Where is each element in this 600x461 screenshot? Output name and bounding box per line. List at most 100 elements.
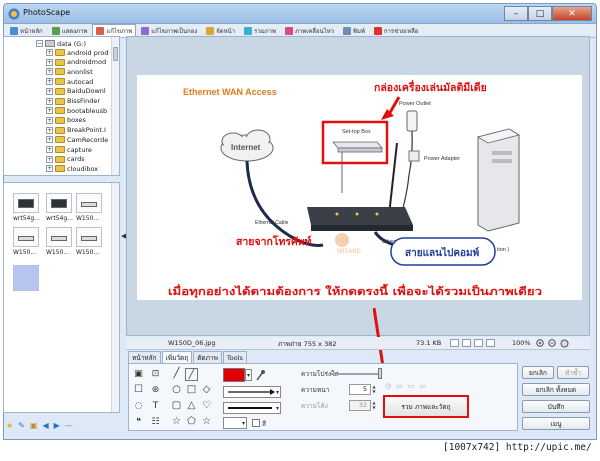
expand-icon[interactable]: + <box>46 126 53 134</box>
compare-icon[interactable] <box>462 339 471 347</box>
minimize-button[interactable]: – <box>504 6 528 21</box>
thumbnail[interactable]: W150... <box>76 227 104 256</box>
thickness-input[interactable]: 5 <box>349 384 371 395</box>
image-canvas[interactable]: Ethernet WAN Access กล่องเครื่องเล่นมัลต… <box>126 36 590 336</box>
tree-folder[interactable]: + anonlist <box>46 67 93 76</box>
editor-tab-2[interactable]: ตัดภาพ <box>193 351 222 363</box>
zoom-out-icon[interactable] <box>548 339 557 348</box>
close-button[interactable]: ✕ <box>552 6 592 21</box>
undo-all-button[interactable]: ยกเลิก ทั้งหมด <box>522 383 590 396</box>
tree-folder[interactable]: + capture <box>46 145 92 154</box>
folder-open-icon[interactable]: ▣ <box>30 421 38 430</box>
undo-button[interactable]: ยกเลิก <box>522 366 554 379</box>
diamond-tool-icon[interactable]: ◇ <box>200 384 213 397</box>
editor-tab-0[interactable]: หน้าหลัก <box>128 351 161 363</box>
tree-folder[interactable]: + androidmod <box>46 58 106 67</box>
thumbnail[interactable]: W150... <box>46 227 74 256</box>
expand-icon[interactable]: + <box>46 107 53 115</box>
forward-icon[interactable]: ▶ <box>54 421 60 430</box>
stamp-tool-icon[interactable]: ⊛ <box>149 384 162 397</box>
expand-icon[interactable]: + <box>46 97 53 105</box>
text-balloon-icon[interactable]: ☐ <box>132 384 145 397</box>
thumbnail-scrollbar[interactable] <box>111 183 119 412</box>
size-slider-icon[interactable]: — <box>65 421 73 430</box>
redo-button[interactable]: ทำซ้ำ <box>557 366 589 379</box>
thumbnail-panel[interactable]: wrt54g... wrt54g... W150... W150... W150... W… <box>3 182 120 413</box>
tree-folder[interactable]: + cards <box>46 155 85 164</box>
expand-icon[interactable]: + <box>46 68 53 76</box>
eyedropper-icon[interactable] <box>255 369 265 381</box>
back-icon[interactable]: ◀ <box>42 421 48 430</box>
edited-photo[interactable]: Ethernet WAN Access กล่องเครื่องเล่นมัลต… <box>137 75 582 300</box>
thickness-spinner-icon[interactable]: ▲ ▼ <box>371 384 377 395</box>
thumbnail[interactable]: W150... <box>13 227 41 256</box>
fill-style-dropdown[interactable]: ▾ <box>223 417 247 429</box>
square-tool-icon[interactable]: □ <box>185 384 198 397</box>
note-tool-icon[interactable]: ☷ <box>149 416 162 429</box>
transparency-slider-track[interactable] <box>331 373 381 375</box>
fill-checkbox[interactable] <box>252 419 260 427</box>
tree-drive[interactable]: − data (G:) <box>36 39 86 48</box>
quote-tool-icon[interactable]: ❝ <box>132 416 145 429</box>
align-icon[interactable]: ▭ <box>419 382 426 392</box>
editor-tab-1[interactable]: เพิ่มวัตถุ <box>161 351 193 363</box>
zoom-fit-icon[interactable] <box>474 339 483 347</box>
triangle-tool-icon[interactable]: △ <box>185 400 198 413</box>
roundness-spinner-icon[interactable]: ▲ ▼ <box>371 400 377 411</box>
expand-icon[interactable]: + <box>46 87 53 95</box>
expand-icon[interactable]: + <box>46 58 53 66</box>
tree-scroll-thumb[interactable] <box>113 47 118 61</box>
tree-folder[interactable]: + CamRecorde <box>46 135 108 144</box>
align-icon[interactable]: ◷ <box>385 382 391 392</box>
tree-folder[interactable]: + BaiduDownl <box>46 87 106 96</box>
star-tool-icon[interactable]: ☆ <box>170 416 183 429</box>
tree-folder[interactable]: + boxes <box>46 116 86 125</box>
tree-folder[interactable]: + BissFinder <box>46 97 100 106</box>
star-shape-tool-icon[interactable]: ☆ <box>200 416 213 429</box>
roundness-input[interactable]: 32 <box>349 400 371 411</box>
image-tool-icon[interactable]: ▣ <box>132 368 145 381</box>
color-dropdown[interactable]: ▾ <box>245 369 252 381</box>
info-icon[interactable] <box>560 339 569 348</box>
circle-tool-icon[interactable]: ○ <box>170 384 183 397</box>
pentagon-tool-icon[interactable]: ⬠ <box>185 416 198 429</box>
expand-icon[interactable]: + <box>46 146 53 153</box>
maximize-button[interactable]: □ <box>528 6 552 21</box>
tree-folder[interactable]: + cloudibox <box>46 164 98 173</box>
expand-icon[interactable]: + <box>46 136 53 144</box>
tree-folder[interactable]: + bootableusb <box>46 106 107 115</box>
zoom-in-icon[interactable] <box>536 339 545 348</box>
editor-tab-3[interactable]: Tools <box>222 351 247 363</box>
tree-folder[interactable]: + BreakPoint.I <box>46 126 106 135</box>
expand-icon[interactable]: + <box>46 49 53 56</box>
thumbnail[interactable]: W150... <box>76 193 104 222</box>
edit-icon[interactable]: ✎ <box>18 421 25 430</box>
tree-folder[interactable]: + android prod <box>46 48 109 57</box>
rounded-rect-tool-icon[interactable]: ▢ <box>170 400 183 413</box>
photo-tool-icon[interactable]: ⊡ <box>149 368 162 381</box>
fit-view-icon[interactable] <box>450 339 459 347</box>
expand-icon[interactable]: + <box>46 116 53 124</box>
align-icon[interactable]: ▭ <box>396 382 403 392</box>
line-thickness-dropdown[interactable]: ▾ <box>223 402 281 414</box>
save-button[interactable]: บันทึก <box>522 400 590 413</box>
tree-scrollbar[interactable] <box>111 37 119 175</box>
expand-icon[interactable]: + <box>46 165 53 173</box>
heart-tool-icon[interactable]: ♡ <box>200 400 213 413</box>
tree-folder[interactable]: + autocad <box>46 77 93 86</box>
zoom-actual-icon[interactable] <box>486 339 495 347</box>
line-tool-icon[interactable]: ╱ <box>170 368 183 381</box>
favorite-icon[interactable]: ★ <box>6 421 13 430</box>
transparency-slider-thumb[interactable] <box>378 368 382 379</box>
pen-tool-icon[interactable]: ╱ <box>185 368 198 381</box>
collapse-icon[interactable]: − <box>36 40 43 47</box>
thumbnail[interactable]: wrt54g... <box>13 193 41 222</box>
menu-button[interactable]: เมนู <box>522 417 590 430</box>
text-tool-icon[interactable]: T <box>149 400 162 413</box>
expand-icon[interactable]: + <box>46 78 53 86</box>
merge-photo-objects-button[interactable]: รวม ภาพและวัตถุ <box>383 395 469 418</box>
expand-icon[interactable]: + <box>46 155 53 163</box>
align-icon[interactable]: ▭ <box>408 382 415 392</box>
line-style-dropdown[interactable]: ▾ <box>223 386 281 398</box>
thumbnail[interactable] <box>13 265 41 293</box>
